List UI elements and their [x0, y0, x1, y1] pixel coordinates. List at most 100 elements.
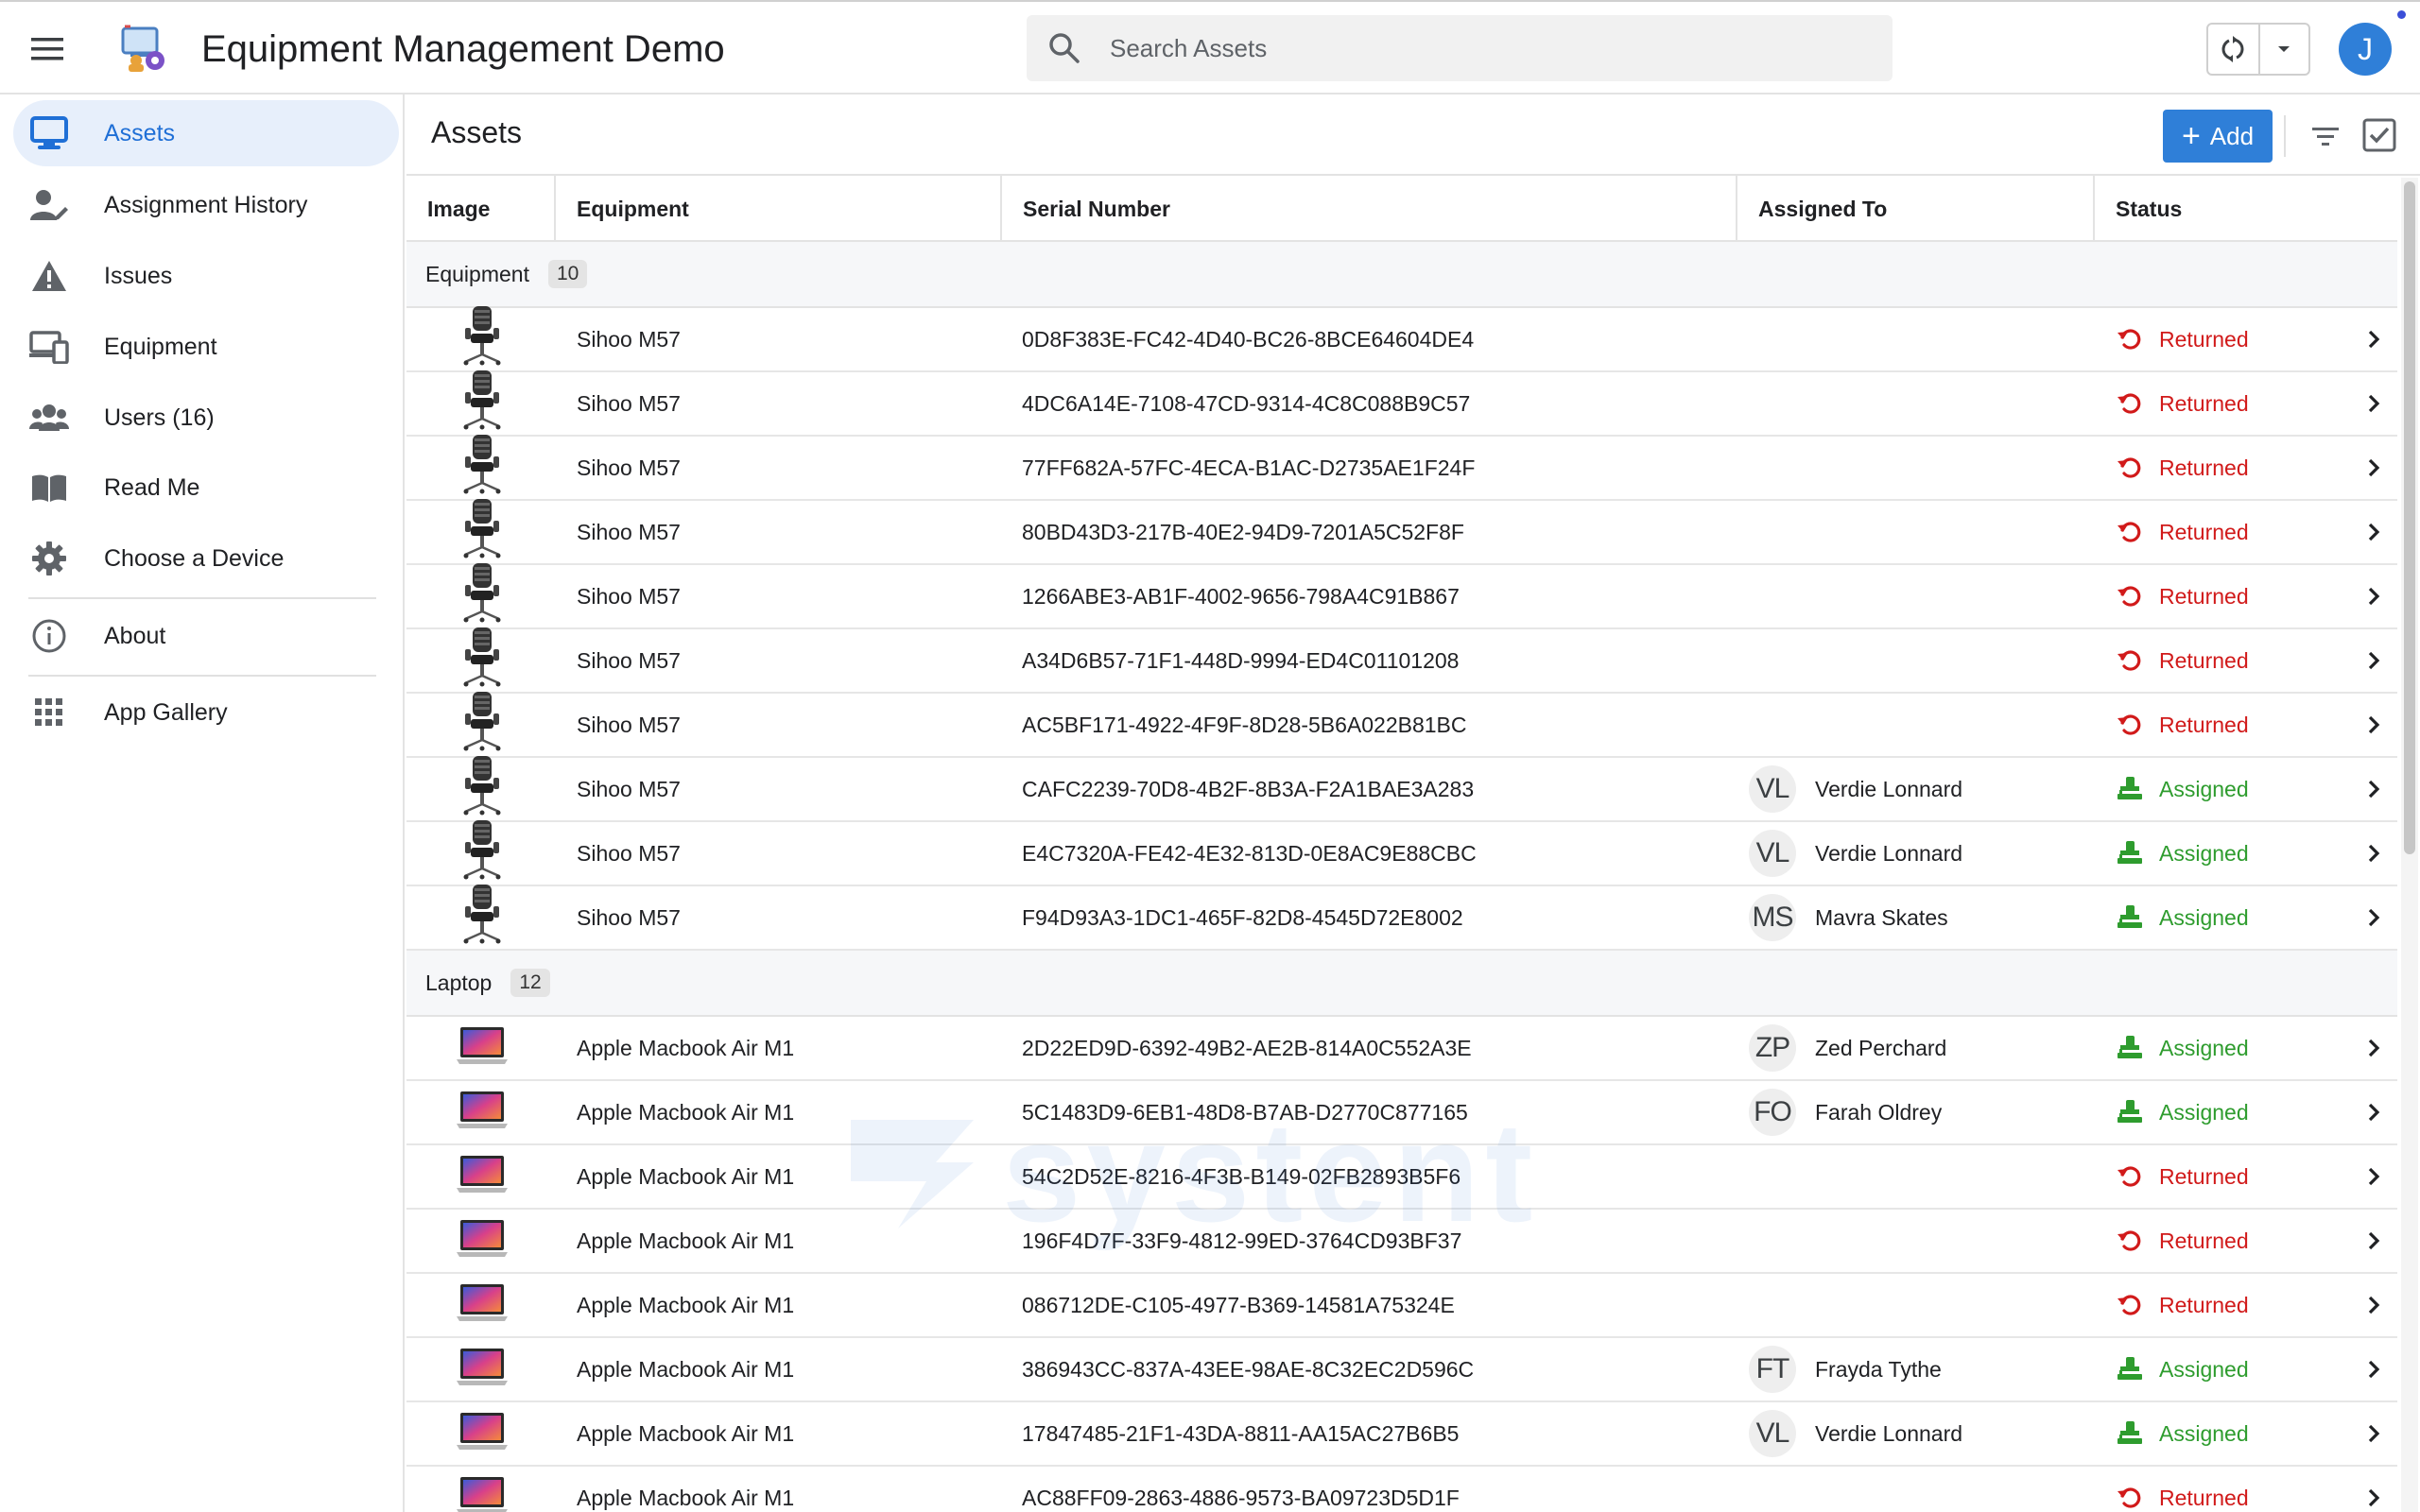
chevron-right-icon[interactable] — [2360, 1210, 2388, 1272]
equipment-cell: Apple Macbook Air M1 — [577, 1228, 795, 1253]
column-header-assigned-to[interactable]: Assigned To — [1737, 176, 2095, 242]
vertical-scrollbar[interactable] — [2401, 178, 2418, 1512]
group-row[interactable]: Equipment 10 — [406, 242, 2397, 308]
column-header-equipment[interactable]: Equipment — [556, 176, 1002, 242]
chevron-right-icon[interactable] — [2360, 1467, 2388, 1512]
chevron-right-icon[interactable] — [2360, 758, 2388, 820]
add-button-label: Add — [2209, 121, 2255, 150]
image-cell — [406, 1081, 558, 1143]
sync-dropdown-button[interactable] — [2260, 25, 2308, 74]
sync-button[interactable] — [2208, 25, 2260, 74]
table-row[interactable]: Apple Macbook Air M1 2D22ED9D-6392-49B2-A… — [406, 1017, 2397, 1081]
gear-icon — [28, 538, 70, 579]
group-row[interactable]: Laptop 12 — [406, 951, 2397, 1017]
table-row[interactable]: Sihoo M57 4DC6A14E-7108-47CD-9314-4C8C088… — [406, 370, 2397, 437]
laptop-image — [456, 1410, 509, 1457]
caret-down-icon — [2278, 46, 2290, 52]
table-row[interactable]: Sihoo M57 E4C7320A-FE42-4E32-813D-0E8AC9E… — [406, 819, 2397, 887]
office-chair-image — [461, 627, 503, 695]
sidebar-divider — [28, 597, 376, 599]
sidebar-item-assignment-history[interactable]: Assignment History — [13, 172, 399, 238]
chevron-right-icon[interactable] — [2360, 372, 2388, 435]
status-cell: Assigned — [2116, 822, 2249, 885]
chevron-right-icon[interactable] — [2360, 308, 2388, 370]
status-label: Assigned — [2159, 1356, 2249, 1382]
sidebar-item-issues[interactable]: Issues — [13, 243, 399, 309]
table-row[interactable]: Sihoo M57 1266ABE3-AB1F-4002-9656-798A4C9… — [406, 563, 2397, 629]
table-row[interactable]: Sihoo M57 A34D6B57-71F1-448D-9994-ED4C011… — [406, 627, 2397, 695]
sidebar-item-choose-a-device[interactable]: Choose a Device — [13, 525, 399, 592]
returned-icon — [2118, 393, 2141, 414]
table-row[interactable]: Sihoo M57 F94D93A3-1DC1-465F-82D8-4545D72… — [406, 885, 2397, 951]
table-row[interactable]: Sihoo M57 80BD43D3-217B-40E2-94D9-7201A5C… — [406, 498, 2397, 566]
status-cell: Returned — [2116, 1467, 2249, 1512]
status-cell: Returned — [2116, 694, 2249, 756]
sidebar-item-users[interactable]: Users (16) — [13, 385, 399, 451]
table-row[interactable]: Sihoo M57 AC5BF171-4922-4F9F-8D28-5B6A022… — [406, 692, 2397, 758]
search-bar[interactable] — [1027, 15, 1893, 81]
filter-icon[interactable] — [2308, 119, 2342, 153]
status-cell: Assigned — [2116, 886, 2249, 949]
equipment-cell: Apple Macbook Air M1 — [577, 1035, 795, 1060]
table-row[interactable]: Apple Macbook Air M1 AC88FF09-2863-4886-9… — [406, 1467, 2397, 1512]
serial-number-cell: E4C7320A-FE42-4E32-813D-0E8AC9E88CBC — [1022, 840, 1477, 866]
status-cell: Returned — [2116, 565, 2249, 627]
search-input[interactable] — [1110, 15, 1866, 81]
chevron-right-icon[interactable] — [2360, 1338, 2388, 1400]
office-chair-image — [461, 305, 503, 373]
chevron-right-icon[interactable] — [2360, 1274, 2388, 1336]
chevron-right-icon[interactable] — [2360, 629, 2388, 692]
assigned-to-cell: VL Verdie Lonnard — [1749, 758, 1963, 820]
group-label: Laptop — [425, 970, 493, 995]
equipment-cell: Apple Macbook Air M1 — [577, 1292, 795, 1317]
office-chair-image — [461, 498, 503, 566]
returned-icon — [2118, 1166, 2141, 1187]
select-checkbox-icon[interactable] — [2361, 117, 2397, 153]
image-cell — [406, 1402, 558, 1465]
chevron-right-icon[interactable] — [2360, 822, 2388, 885]
hamburger-menu-icon[interactable] — [26, 28, 68, 70]
table-row[interactable]: Apple Macbook Air M1 54C2D52E-8216-4F3B-B… — [406, 1145, 2397, 1210]
table-row[interactable]: Sihoo M57 0D8F383E-FC42-4D40-BC26-8BCE646… — [406, 305, 2397, 373]
add-button[interactable]: + Add — [2163, 110, 2273, 163]
sidebar-item-label: Assets — [104, 119, 176, 146]
column-header-status[interactable]: Status — [2095, 176, 2397, 242]
assigned-to-cell: VL Verdie Lonnard — [1749, 1402, 1962, 1465]
sidebar-item-read-me[interactable]: Read Me — [13, 455, 399, 521]
status-label: Returned — [2159, 647, 2249, 673]
table-row[interactable]: Sihoo M57 77FF682A-57FC-4ECA-B1AC-D2735AE… — [406, 435, 2397, 501]
sidebar-item-assets[interactable]: Assets — [13, 100, 399, 166]
user-avatar[interactable]: J — [2339, 23, 2392, 76]
chevron-right-icon[interactable] — [2360, 1402, 2388, 1465]
column-header-serial-number[interactable]: Serial Number — [1002, 176, 1737, 242]
chevron-right-icon[interactable] — [2360, 1145, 2388, 1208]
chevron-right-icon[interactable] — [2360, 1017, 2388, 1079]
table-row[interactable]: Sihoo M57 CAFC2239-70D8-4B2F-8B3A-F2A1BAE… — [406, 756, 2397, 822]
serial-number-cell: 17847485-21F1-43DA-8811-AA15AC27B6B5 — [1022, 1420, 1460, 1446]
serial-number-cell: CAFC2239-70D8-4B2F-8B3A-F2A1BAE3A283 — [1022, 776, 1475, 801]
assignee-avatar: VL — [1749, 830, 1796, 877]
status-cell: Returned — [2116, 372, 2249, 435]
returned-icon — [2118, 1230, 2141, 1251]
column-header-image[interactable]: Image — [406, 176, 556, 242]
serial-number-cell: 386943CC-837A-43EE-98AE-8C32EC2D596C — [1022, 1356, 1475, 1382]
chevron-right-icon[interactable] — [2360, 501, 2388, 563]
sidebar-item-about[interactable]: About — [13, 603, 399, 669]
table-row[interactable]: Apple Macbook Air M1 5C1483D9-6EB1-48D8-B… — [406, 1081, 2397, 1145]
office-chair-image — [461, 819, 503, 887]
table-row[interactable]: Apple Macbook Air M1 386943CC-837A-43EE-9… — [406, 1338, 2397, 1402]
chevron-right-icon[interactable] — [2360, 437, 2388, 499]
chevron-right-icon[interactable] — [2360, 694, 2388, 756]
table-row[interactable]: Apple Macbook Air M1 17847485-21F1-43DA-8… — [406, 1402, 2397, 1467]
table-row[interactable]: Apple Macbook Air M1 086712DE-C105-4977-B… — [406, 1274, 2397, 1338]
assignee-name: Verdie Lonnard — [1815, 776, 1963, 801]
table-row[interactable]: Apple Macbook Air M1 196F4D7F-33F9-4812-9… — [406, 1210, 2397, 1274]
sidebar-item-app-gallery[interactable]: App Gallery — [13, 679, 399, 746]
serial-number-cell: A34D6B57-71F1-448D-9994-ED4C01101208 — [1022, 647, 1460, 673]
sidebar-item-label: Equipment — [104, 333, 217, 360]
chevron-right-icon[interactable] — [2360, 565, 2388, 627]
chevron-right-icon[interactable] — [2360, 1081, 2388, 1143]
scrollbar-thumb[interactable] — [2404, 181, 2415, 854]
sidebar-item-equipment[interactable]: Equipment — [13, 314, 399, 380]
chevron-right-icon[interactable] — [2360, 886, 2388, 949]
